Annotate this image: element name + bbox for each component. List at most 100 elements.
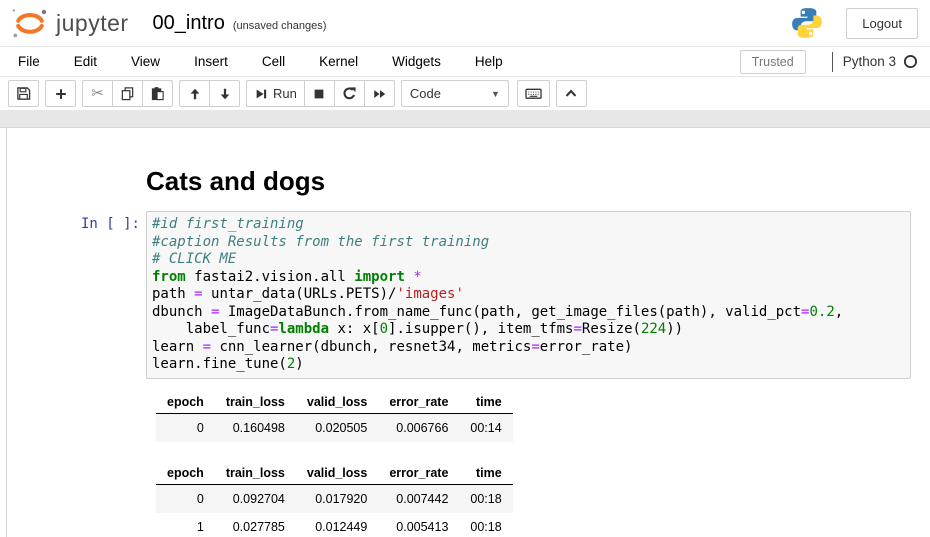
column-header-valid_loss: valid_loss: [296, 462, 378, 485]
column-header-epoch: epoch: [156, 391, 215, 414]
code-token: 'images': [396, 286, 463, 302]
table-cell: 0.027785: [215, 513, 296, 537]
menu-item-cell[interactable]: Cell: [250, 49, 297, 74]
cut-icon: ✂: [91, 86, 104, 101]
output-area: epochtrain_lossvalid_losserror_ratetime0…: [7, 379, 930, 537]
menu-item-edit[interactable]: Edit: [62, 49, 109, 74]
column-header-error_rate: error_rate: [378, 391, 459, 414]
code-token: =: [203, 339, 211, 355]
page-background-band: [0, 110, 930, 128]
code-line[interactable]: #id first_training: [152, 216, 905, 234]
table-row: 10.0277850.0124490.00541300:18: [156, 513, 513, 537]
run-button[interactable]: Run: [246, 80, 305, 107]
table-cell: 0.005413: [378, 513, 459, 537]
kernel-idle-icon: [903, 54, 918, 69]
stop-icon: [312, 87, 326, 101]
restart-icon: [342, 86, 357, 101]
menu-items: File Edit View Insert Cell Kernel Widgets Help: [6, 49, 525, 74]
table-cell: 00:14: [459, 413, 512, 442]
code-token: 0: [380, 321, 388, 337]
table-header-row: epochtrain_lossvalid_losserror_ratetime: [156, 391, 513, 414]
code-token: cnn_learner(dbunch, resnet34, metrics: [211, 339, 531, 355]
cell-type-value: Code: [410, 86, 441, 101]
output-tables: epochtrain_lossvalid_losserror_ratetime0…: [146, 379, 513, 537]
step-forward-icon: [254, 87, 268, 101]
code-token: ].isupper(), item_tfms: [388, 321, 573, 337]
cut-button[interactable]: ✂: [82, 80, 113, 107]
menu-item-widgets[interactable]: Widgets: [380, 49, 453, 74]
code-token: dbunch: [152, 304, 211, 320]
table-header-row: epochtrain_lossvalid_losserror_ratetime: [156, 462, 513, 485]
plus-icon: [54, 87, 68, 101]
menu-item-view[interactable]: View: [119, 49, 172, 74]
column-header-valid_loss: valid_loss: [296, 391, 378, 414]
table-cell: 00:18: [459, 513, 512, 537]
table-cell: 0.017920: [296, 484, 378, 513]
code-line[interactable]: from fastai2.vision.all import *: [152, 269, 905, 287]
code-cell[interactable]: In [ ]: #id first_training#caption Resul…: [7, 211, 930, 379]
code-token: Resize(: [582, 321, 641, 337]
paste-button[interactable]: [142, 80, 173, 107]
jupyter-logo[interactable]: jupyter: [8, 6, 129, 40]
table-row: 00.0927040.0179200.00744200:18: [156, 484, 513, 513]
input-prompt: In [ ]:: [7, 211, 146, 232]
jupyter-logo-text: jupyter: [56, 10, 129, 37]
table-row: 00.1604980.0205050.00676600:14: [156, 413, 513, 442]
code-token: )): [666, 321, 683, 337]
move-group: [179, 80, 240, 107]
toolbar: ✂: [0, 77, 930, 110]
column-header-time: time: [459, 391, 512, 414]
menubar: FileEditViewInsertCellKernelWidgetsHelp …: [0, 46, 930, 77]
collapse-group: [556, 80, 587, 107]
notebook-title[interactable]: 00_intro: [153, 12, 225, 35]
logout-button[interactable]: Logout: [846, 8, 918, 39]
menu-item-insert[interactable]: Insert: [182, 49, 240, 74]
command-palette-button[interactable]: [517, 80, 550, 107]
python-logo-icon: [790, 6, 824, 40]
training-table-1: epochtrain_lossvalid_losserror_ratetime0…: [156, 391, 513, 442]
code-token: # CLICK ME: [152, 251, 236, 267]
move-cell-up-button[interactable]: [179, 80, 210, 107]
chevron-up-button[interactable]: [556, 80, 587, 107]
add-group: [45, 80, 76, 107]
paste-icon: [150, 86, 165, 101]
move-cell-down-button[interactable]: [209, 80, 240, 107]
code-line[interactable]: dbunch = ImageDataBunch.from_name_func(p…: [152, 304, 905, 322]
table-cell: 0.020505: [296, 413, 378, 442]
menu-item-help[interactable]: Help: [463, 49, 515, 74]
code-token: ): [295, 356, 303, 372]
column-header-epoch: epoch: [156, 462, 215, 485]
code-token: 0.2: [809, 304, 834, 320]
table-cell: 00:18: [459, 484, 512, 513]
notebook-container: Cats and dogs In [ ]: #id first_training…: [6, 128, 930, 537]
markdown-cell[interactable]: Cats and dogs: [7, 142, 930, 211]
code-line[interactable]: path = untar_data(URLs.PETS)/'images': [152, 286, 905, 304]
column-header-error_rate: error_rate: [378, 462, 459, 485]
code-token: =: [573, 321, 581, 337]
palette-group: [517, 80, 550, 107]
code-editor[interactable]: #id first_training#caption Results from …: [146, 211, 911, 379]
code-line[interactable]: learn.fine_tune(2): [152, 356, 905, 374]
copy-button[interactable]: [112, 80, 143, 107]
fast-forward-button[interactable]: [364, 80, 395, 107]
code-line[interactable]: # CLICK ME: [152, 251, 905, 269]
restart-kernel-button[interactable]: [334, 80, 365, 107]
table-cell: 0.006766: [378, 413, 459, 442]
add-cell-button[interactable]: [45, 80, 76, 107]
trusted-badge[interactable]: Trusted: [740, 50, 806, 74]
code-token: learn.fine_tune(: [152, 356, 287, 372]
code-line[interactable]: label_func=lambda x: x[0].isupper(), ite…: [152, 321, 905, 339]
menu-item-file[interactable]: File: [6, 49, 52, 74]
code-token: label_func: [152, 321, 270, 337]
code-line[interactable]: #caption Results from the first training: [152, 234, 905, 252]
arrow-up-icon: [188, 87, 202, 101]
jupyter-logo-icon: [8, 6, 52, 40]
code-token: #caption Results from the first training: [152, 234, 489, 250]
code-token: untar_data(URLs.PETS)/: [203, 286, 397, 302]
cell-type-select[interactable]: Code ▼: [401, 80, 509, 107]
menu-item-kernel[interactable]: Kernel: [307, 49, 370, 74]
save-icon: [16, 86, 31, 101]
stop-button[interactable]: [304, 80, 335, 107]
code-line[interactable]: learn = cnn_learner(dbunch, resnet34, me…: [152, 339, 905, 357]
save-button[interactable]: [8, 80, 39, 107]
